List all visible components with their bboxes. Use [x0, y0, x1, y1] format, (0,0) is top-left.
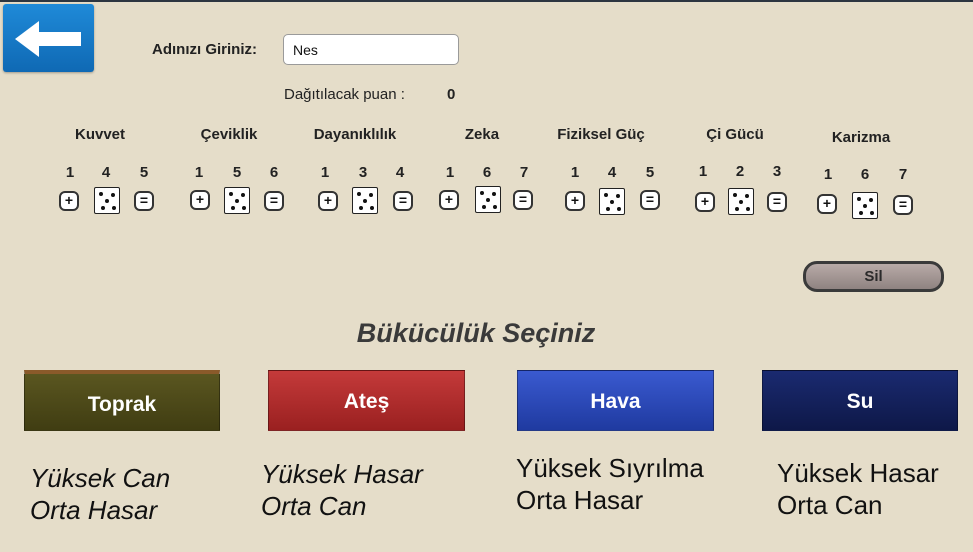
delete-button[interactable]: Sil — [803, 261, 944, 292]
top-border — [0, 0, 973, 2]
stat-max: 5 — [645, 164, 655, 181]
stat-name: Kuvvet — [74, 126, 126, 143]
increase-button[interactable]: + — [439, 190, 459, 210]
die-icon — [599, 188, 625, 215]
increase-button[interactable]: + — [190, 190, 210, 210]
back-button[interactable] — [3, 4, 94, 72]
element-desc-su: Yüksek Hasar Orta Can — [777, 457, 939, 521]
desc-line: Orta Can — [777, 490, 883, 520]
stat-max: 3 — [772, 163, 782, 180]
decrease-button[interactable]: = — [264, 191, 284, 211]
stat-min: 1 — [570, 164, 580, 181]
stat-min: 1 — [65, 164, 75, 181]
increase-button[interactable]: + — [695, 192, 715, 212]
stat-value: 3 — [358, 164, 368, 181]
desc-line: Yüksek Hasar — [261, 459, 423, 489]
element-button-su[interactable]: Su — [762, 370, 958, 431]
stat-max: 7 — [898, 166, 908, 183]
stat-value: 6 — [482, 164, 492, 181]
desc-line: Yüksek Can — [30, 463, 171, 493]
die-icon — [224, 187, 250, 214]
die-icon — [352, 187, 378, 214]
stat-min: 1 — [823, 166, 833, 183]
arrow-left-icon — [15, 21, 81, 57]
decrease-button[interactable]: = — [640, 190, 660, 210]
points-value: 0 — [447, 86, 456, 103]
stat-value: 6 — [860, 166, 870, 183]
decrease-button[interactable]: = — [134, 191, 154, 211]
name-label: Adınızı Giriniz: — [152, 41, 257, 58]
increase-button[interactable]: + — [59, 191, 79, 211]
die-icon — [852, 192, 878, 219]
stat-value: 2 — [735, 163, 745, 180]
desc-line: Orta Hasar — [30, 495, 158, 525]
stat-value: 5 — [232, 164, 242, 181]
increase-button[interactable]: + — [318, 191, 338, 211]
die-icon — [728, 188, 754, 215]
desc-line: Yüksek Sıyrılma — [516, 453, 704, 483]
decrease-button[interactable]: = — [393, 191, 413, 211]
stat-name: Fiziksel Güç — [557, 126, 645, 143]
desc-line: Yüksek Hasar — [777, 458, 939, 488]
element-button-ates[interactable]: Ateş — [268, 370, 465, 431]
stat-max: 5 — [139, 164, 149, 181]
stat-max: 4 — [395, 164, 405, 181]
stat-name: Zeka — [464, 126, 500, 143]
name-input[interactable] — [283, 34, 459, 65]
stat-min: 1 — [698, 163, 708, 180]
stat-max: 7 — [519, 164, 529, 181]
stat-max: 6 — [269, 164, 279, 181]
desc-line: Orta Hasar — [516, 485, 644, 515]
increase-button[interactable]: + — [817, 194, 837, 214]
stat-min: 1 — [320, 164, 330, 181]
stat-name: Dayanıklılık — [313, 126, 397, 143]
stat-min: 1 — [445, 164, 455, 181]
stat-min: 1 — [194, 164, 204, 181]
stat-name: Çeviklik — [200, 126, 258, 143]
decrease-button[interactable]: = — [893, 195, 913, 215]
bending-title: Bükücülük Seçiniz — [356, 318, 596, 348]
points-label: Dağıtılacak puan : — [284, 86, 405, 103]
element-desc-hava: Yüksek Sıyrılma Orta Hasar — [516, 452, 704, 516]
stat-name: Çi Gücü — [706, 126, 764, 143]
element-desc-ates: Yüksek Hasar Orta Can — [261, 458, 423, 522]
desc-line: Orta Can — [261, 491, 367, 521]
stat-value: 4 — [101, 164, 111, 181]
stat-name: Karizma — [831, 129, 891, 146]
element-button-hava[interactable]: Hava — [517, 370, 714, 431]
decrease-button[interactable]: = — [767, 192, 787, 212]
element-desc-toprak: Yüksek Can Orta Hasar — [30, 462, 170, 526]
increase-button[interactable]: + — [565, 191, 585, 211]
die-icon — [475, 186, 501, 213]
element-button-toprak[interactable]: Toprak — [24, 370, 220, 431]
stat-value: 4 — [607, 164, 617, 181]
decrease-button[interactable]: = — [513, 190, 533, 210]
die-icon — [94, 187, 120, 214]
